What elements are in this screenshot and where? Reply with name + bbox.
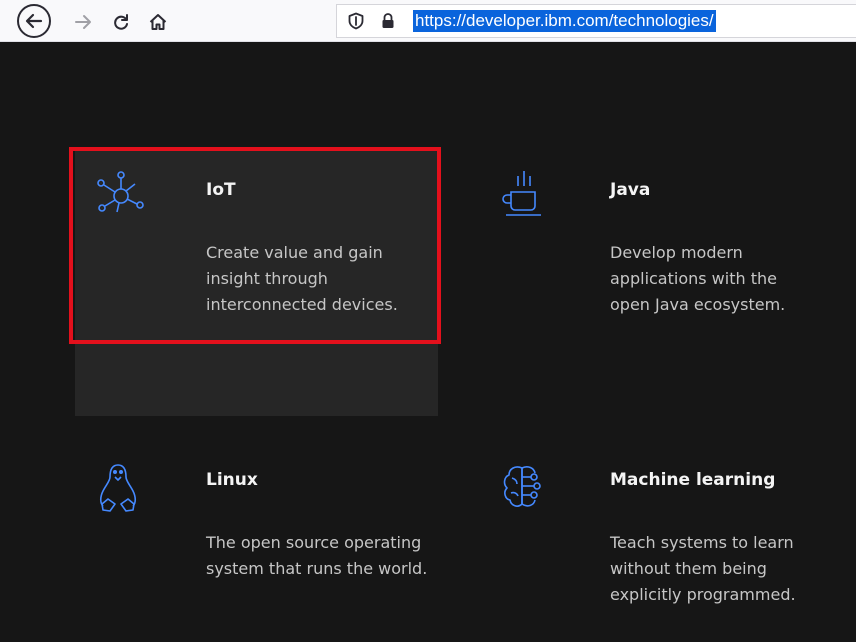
card-description: The open source operating system that ru… <box>206 533 428 578</box>
shield-icon[interactable] <box>347 12 365 30</box>
card-title: IoT <box>206 180 236 200</box>
card-description: Create value and gain insight through in… <box>206 243 398 314</box>
java-coffee-cup-icon <box>502 171 541 216</box>
machine-learning-brain-icon <box>503 466 541 507</box>
card-title: Machine learning <box>610 470 776 490</box>
reload-icon <box>114 14 128 30</box>
url-text[interactable]: https://developer.ibm.com/technologies/ <box>413 10 716 32</box>
card-description: Develop modern applications with the ope… <box>610 243 786 314</box>
card-title: Java <box>610 180 651 200</box>
card-description: Teach systems to learn without them bein… <box>610 533 796 604</box>
page-content: IoT Create value and gain insight throug… <box>0 42 856 642</box>
card-title: Linux <box>206 470 258 490</box>
address-bar[interactable]: https://developer.ibm.com/technologies/ <box>336 4 856 38</box>
forward-button[interactable] <box>70 9 96 35</box>
home-icon <box>149 14 167 30</box>
home-button[interactable] <box>145 9 171 35</box>
back-button[interactable] <box>17 4 51 38</box>
reload-button[interactable] <box>108 9 134 35</box>
arrow-left-icon <box>25 13 43 29</box>
iot-network-icon <box>97 171 144 213</box>
linux-penguin-icon <box>99 464 137 512</box>
arrow-right-icon <box>75 15 91 29</box>
lock-icon[interactable] <box>379 12 397 30</box>
browser-toolbar: https://developer.ibm.com/technologies/ <box>0 0 856 42</box>
